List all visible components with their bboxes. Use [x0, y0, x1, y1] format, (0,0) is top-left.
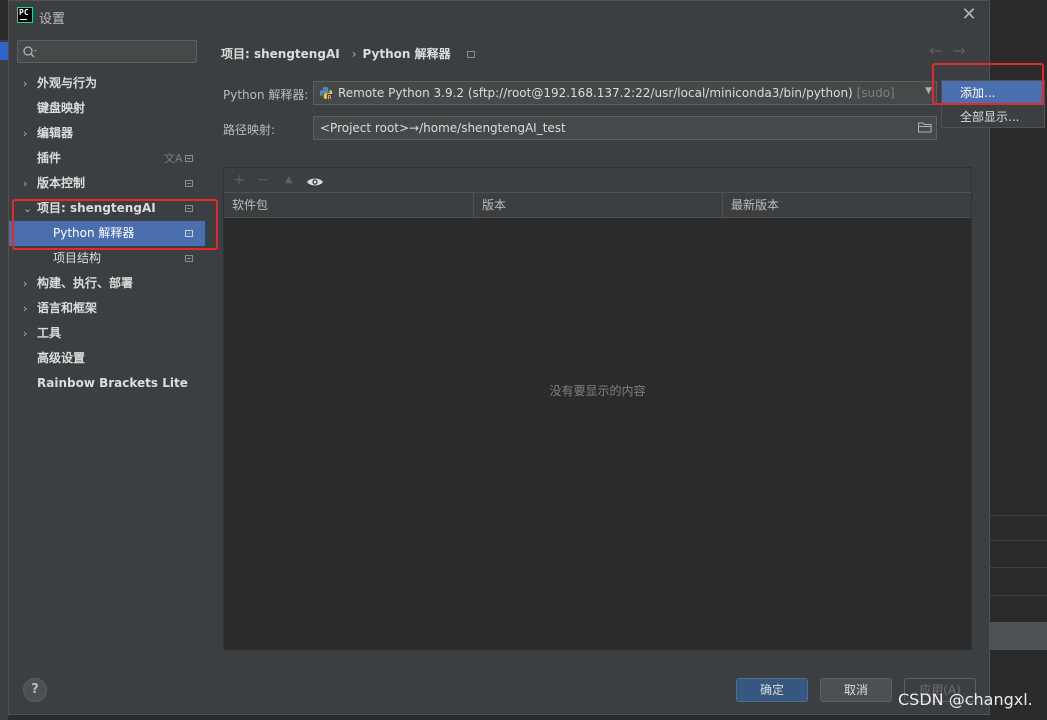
dialog-footer: ? 确定 取消 应用(A): [9, 666, 989, 714]
chevron-right-icon: ›: [23, 277, 28, 290]
chevron-right-icon: ›: [23, 177, 28, 190]
svg-text:R: R: [328, 95, 332, 101]
sidebar-item-languages[interactable]: › 语言和框架: [9, 296, 205, 321]
forward-arrow-icon[interactable]: →: [952, 41, 975, 60]
sidebar-item-keymap[interactable]: 键盘映射: [9, 96, 205, 121]
sidebar-item-build[interactable]: › 构建、执行、部署: [9, 271, 205, 296]
nav-arrows: ←→: [929, 41, 976, 60]
breadcrumb-parent[interactable]: 项目: shengtengAI: [221, 47, 340, 61]
ok-button[interactable]: 确定: [736, 678, 808, 702]
title-bar: PC 设置 ✕: [9, 1, 989, 31]
sidebar-item-label: 语言和框架: [37, 301, 98, 315]
packages-table: 软件包 版本 最新版本 没有要显示的内容: [224, 192, 971, 650]
sidebar-item-tools[interactable]: › 工具: [9, 321, 205, 346]
sidebar-item-label: 构建、执行、部署: [37, 276, 134, 290]
packages-toolbar: + − ▲: [224, 168, 971, 192]
column-version[interactable]: 版本: [474, 193, 723, 217]
menu-item-show-all[interactable]: 全部显示...: [942, 105, 1044, 129]
highlight-box-sidebar: [12, 199, 218, 250]
project-scope-icon: [185, 155, 193, 162]
sidebar-item-label: 键盘映射: [37, 101, 86, 115]
project-scope-icon: [466, 51, 475, 58]
help-button[interactable]: ?: [23, 678, 47, 702]
back-arrow-icon[interactable]: ←: [929, 41, 952, 60]
sidebar-item-plugins[interactable]: 插件 文A: [9, 146, 205, 171]
highlight-box-add-menu: [932, 63, 1044, 105]
python-remote-icon: R: [319, 87, 333, 101]
eye-icon[interactable]: [306, 173, 324, 191]
breadcrumb-separator: ›: [351, 47, 357, 61]
sidebar-item-rainbow-brackets[interactable]: Rainbow Brackets Lite: [9, 371, 205, 396]
settings-dialog: PC 设置 ✕ › 外观与行为 键盘映射 › 编辑器 插件 文A › 版本控制 …: [8, 0, 990, 715]
path-mapping-label: 路径映射:: [223, 123, 276, 137]
column-package[interactable]: 软件包: [224, 193, 474, 217]
window-title: 设置: [39, 12, 66, 27]
search-input[interactable]: [42, 43, 192, 60]
sidebar-item-label: Rainbow Brackets Lite: [37, 376, 188, 390]
chevron-right-icon: ›: [23, 302, 28, 315]
settings-content: 项目: shengtengAI › Python 解释器 ←→ Python 解释器…: [205, 31, 989, 666]
folder-icon[interactable]: [918, 122, 932, 133]
watermark: CSDN @changxl.: [898, 690, 1033, 709]
sidebar-item-editor[interactable]: › 编辑器: [9, 121, 205, 146]
project-scope-icon: [185, 180, 193, 187]
settings-sidebar: › 外观与行为 键盘映射 › 编辑器 插件 文A › 版本控制 ⌄ 项目: sh…: [9, 31, 205, 666]
table-header: 软件包 版本 最新版本: [224, 192, 971, 218]
sidebar-item-label: 编辑器: [37, 126, 74, 140]
path-mapping-field[interactable]: <Project root>→/home/shengtengAI_test: [313, 116, 937, 140]
add-package-icon[interactable]: +: [230, 171, 248, 189]
close-icon[interactable]: ✕: [959, 4, 979, 26]
sudo-tag: [sudo]: [856, 86, 895, 100]
interpreter-label: Python 解释器:: [223, 88, 309, 102]
chevron-right-icon: ›: [23, 77, 28, 90]
breadcrumb-current: Python 解释器: [362, 47, 451, 61]
dropdown-arrow-icon: ▼: [925, 86, 932, 96]
sidebar-item-label: 外观与行为: [37, 76, 98, 90]
ide-left-strip: [0, 40, 8, 720]
interpreter-select[interactable]: R Remote Python 3.9.2 (sftp://root@192.1…: [313, 81, 937, 105]
column-latest-version[interactable]: 最新版本: [723, 193, 971, 217]
remove-package-icon[interactable]: −: [254, 171, 272, 189]
empty-state-text: 没有要显示的内容: [549, 384, 646, 398]
sidebar-item-label: 插件: [37, 151, 62, 165]
project-scope-icon: [185, 255, 193, 262]
search-icon: [23, 46, 37, 58]
sidebar-item-version-control[interactable]: › 版本控制: [9, 171, 205, 196]
chevron-right-icon: ›: [23, 127, 28, 140]
cancel-button[interactable]: 取消: [820, 678, 892, 702]
path-mapping-value: <Project root>→/home/shengtengAI_test: [320, 121, 566, 135]
packages-panel: + − ▲ 软件包 版本 最新版本 没有要显示的内容: [223, 167, 972, 650]
settings-search-field[interactable]: [17, 40, 197, 63]
interpreter-value: Remote Python 3.9.2 (sftp://root@192.168…: [338, 86, 853, 100]
pycharm-logo-icon: PC: [17, 7, 33, 23]
sidebar-item-appearance[interactable]: › 外观与行为: [9, 71, 205, 96]
sidebar-item-label: 高级设置: [37, 351, 86, 365]
chevron-right-icon: ›: [23, 327, 28, 340]
sidebar-item-advanced[interactable]: 高级设置: [9, 346, 205, 371]
translate-icon: 文A: [164, 152, 183, 165]
breadcrumb: 项目: shengtengAI › Python 解释器: [221, 45, 481, 62]
sidebar-item-label: 工具: [37, 326, 62, 340]
upgrade-package-icon[interactable]: ▲: [280, 171, 298, 189]
sidebar-item-label: 版本控制: [37, 176, 86, 190]
